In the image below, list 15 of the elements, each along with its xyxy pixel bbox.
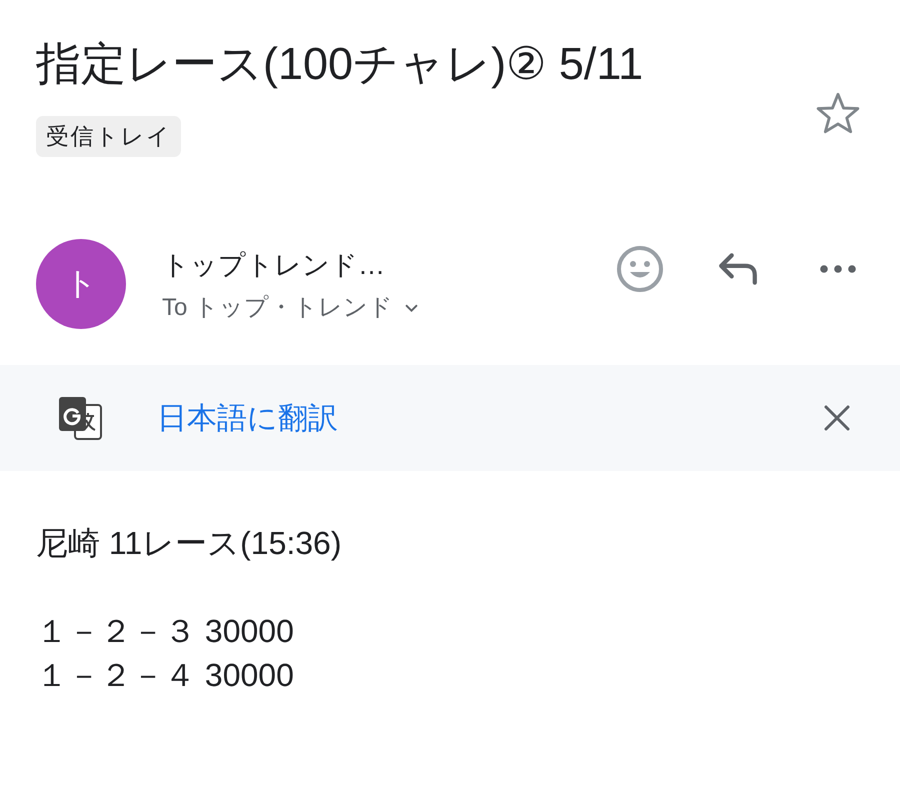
recipients-toggle[interactable]: To トップ・トレンド — [162, 292, 418, 324]
email-subject: 指定レース(100チャレ)② 5/11 — [36, 37, 644, 91]
translate-icon — [58, 396, 102, 440]
body-text-line: 尼崎 11レース(15:36) — [36, 524, 342, 563]
reply-icon[interactable] — [717, 252, 759, 286]
smiley-icon[interactable] — [616, 245, 664, 293]
sender-name: トップトレンド… — [162, 249, 385, 282]
body-text-line: １－２－４ 30000 — [36, 656, 294, 695]
translate-link[interactable]: 日本語に翻訳 — [157, 398, 338, 438]
more-icon[interactable] — [820, 265, 856, 273]
inbox-label-chip[interactable]: 受信トレイ — [36, 116, 180, 157]
body-text-line: １－２－３ 30000 — [36, 612, 294, 651]
close-icon[interactable] — [824, 405, 850, 431]
avatar-initial: ト — [36, 239, 126, 329]
star-icon[interactable] — [816, 92, 860, 134]
